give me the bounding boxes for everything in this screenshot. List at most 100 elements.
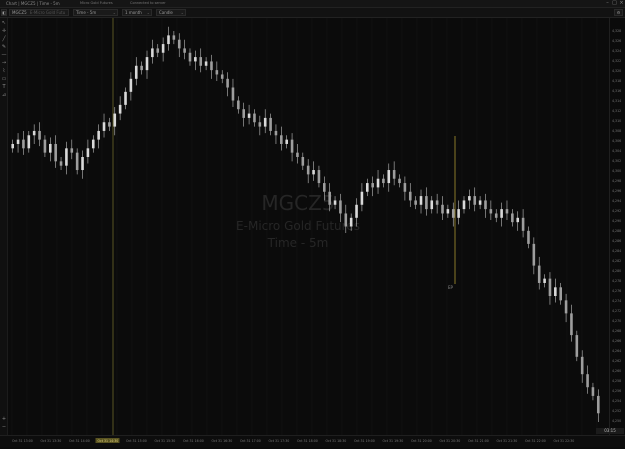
range-value: 1 month	[125, 10, 142, 15]
price-tick-label: 4,294	[612, 199, 621, 203]
candle-body	[484, 200, 487, 210]
candle	[231, 78, 235, 108]
candle-body	[75, 152, 79, 171]
candle-body	[188, 52, 192, 62]
candle-body	[312, 170, 315, 175]
zoom-in-icon[interactable]: +	[1, 416, 7, 422]
time-tick-label: Oct 31 14:30	[98, 439, 119, 443]
candle	[441, 196, 444, 220]
candle-body	[285, 139, 288, 144]
candle	[425, 187, 428, 216]
candle-body	[70, 148, 74, 153]
time-tick-label: Oct 31 22:30	[554, 439, 575, 443]
candle-body	[419, 196, 423, 205]
close-icon[interactable]: ×	[618, 0, 625, 7]
candle	[382, 174, 385, 188]
candle	[210, 54, 213, 79]
candle-body	[38, 130, 41, 140]
price-tick-label: 4,290	[612, 219, 621, 223]
cursor-icon[interactable]: ↖	[1, 20, 7, 26]
rectangle-icon[interactable]: ▭	[1, 76, 7, 82]
candle-body	[210, 61, 213, 71]
candle-body	[323, 183, 326, 192]
candle-body	[333, 200, 337, 205]
symbol-description: E-Micro Gold Futu	[29, 10, 66, 15]
candle	[215, 61, 219, 81]
candle	[43, 135, 47, 157]
candle	[226, 72, 229, 97]
title-bar: Chart | MGCZ5 | Time - 5m Micro Gold Fut…	[0, 0, 625, 8]
candle-body	[591, 387, 595, 396]
horizontal-line-icon[interactable]: —	[1, 52, 7, 58]
price-tick-label: 4,288	[612, 229, 621, 233]
candle	[559, 282, 563, 305]
candle-body	[280, 135, 283, 144]
chart-toolbar: ◧ MGCZ5 E-Micro Gold Futu Time - 5m ⌄ 1 …	[0, 8, 625, 18]
time-tick-label: Oct 31 13:30	[41, 439, 62, 443]
crosshair-icon[interactable]: ✛	[1, 28, 7, 34]
candle-body	[543, 278, 546, 283]
maximize-icon[interactable]: □	[611, 0, 618, 7]
candle-body	[65, 148, 68, 166]
link-icon[interactable]: ◧	[1, 9, 7, 16]
candle-body	[382, 178, 385, 184]
candle	[575, 330, 579, 362]
time-tick-label: Oct 31 21:00	[468, 439, 489, 443]
candle-body	[521, 217, 525, 231]
chart-style-select[interactable]: Candle ⌄	[156, 9, 186, 16]
candle	[247, 104, 251, 125]
candle	[140, 61, 143, 75]
ray-icon[interactable]: →	[1, 60, 7, 66]
time-tick-label: Oct 31 22:00	[525, 439, 546, 443]
interval-select[interactable]: Time - 5m ⌄	[73, 9, 118, 16]
candle	[75, 148, 79, 175]
text-icon[interactable]: T	[1, 84, 7, 90]
candle	[484, 193, 487, 218]
candle-body	[532, 243, 536, 266]
candle	[376, 170, 380, 194]
window-title: Chart | MGCZ5 | Time - 5m	[6, 1, 60, 6]
candle	[22, 130, 25, 155]
candle-body	[108, 122, 111, 127]
candle-body	[113, 113, 117, 127]
connection-status: Connected to server	[130, 1, 166, 5]
candle-body	[86, 148, 90, 157]
candle-body	[253, 113, 256, 123]
candle-body	[220, 74, 224, 79]
candle	[237, 96, 240, 114]
candle	[48, 137, 52, 162]
candle-body	[134, 65, 138, 79]
candle	[108, 117, 111, 131]
range-select[interactable]: 1 month ⌄	[122, 9, 152, 16]
symbol-input[interactable]: MGCZ5 E-Micro Gold Futu	[9, 9, 69, 16]
measure-icon[interactable]: ⊿	[1, 92, 7, 98]
price-tick-label: 4,262	[612, 359, 621, 363]
candle-body	[91, 139, 95, 149]
pencil-icon[interactable]: ✎	[1, 44, 7, 50]
minimize-icon[interactable]: –	[604, 0, 611, 7]
zoom-out-icon[interactable]: −	[1, 424, 7, 430]
trendline-icon[interactable]: ╱	[1, 36, 7, 42]
candle	[516, 211, 520, 231]
price-axis[interactable]: 4,328 4,326 4,324 4,322 4,320 4,318 4,316 4,314…	[596, 18, 625, 435]
candle-body	[27, 135, 31, 149]
settings-icon[interactable]: ⚙	[614, 9, 623, 16]
candle-body	[505, 209, 509, 214]
price-chart[interactable]: MGCZ5 E-Micro Gold Futures Time - 5m EP	[8, 18, 609, 435]
candle-body	[247, 113, 251, 118]
candle-body	[167, 35, 170, 45]
candle	[54, 135, 57, 168]
price-tick-label: 4,276	[612, 289, 621, 293]
candle-body	[414, 200, 417, 205]
price-tick-label: 4,292	[612, 209, 621, 213]
candle-body	[242, 109, 246, 118]
candle	[194, 50, 197, 71]
candle	[312, 161, 315, 181]
time-axis[interactable]: Oct 31 13:00 Oct 31 13:30 Oct 31 14:00 Oct …	[0, 435, 625, 447]
candle-body	[398, 178, 401, 184]
candle-body	[554, 287, 557, 296]
candle	[494, 209, 498, 223]
candle	[478, 196, 482, 210]
candle-body	[403, 183, 407, 192]
brush-icon[interactable]: ⌇	[1, 68, 7, 74]
